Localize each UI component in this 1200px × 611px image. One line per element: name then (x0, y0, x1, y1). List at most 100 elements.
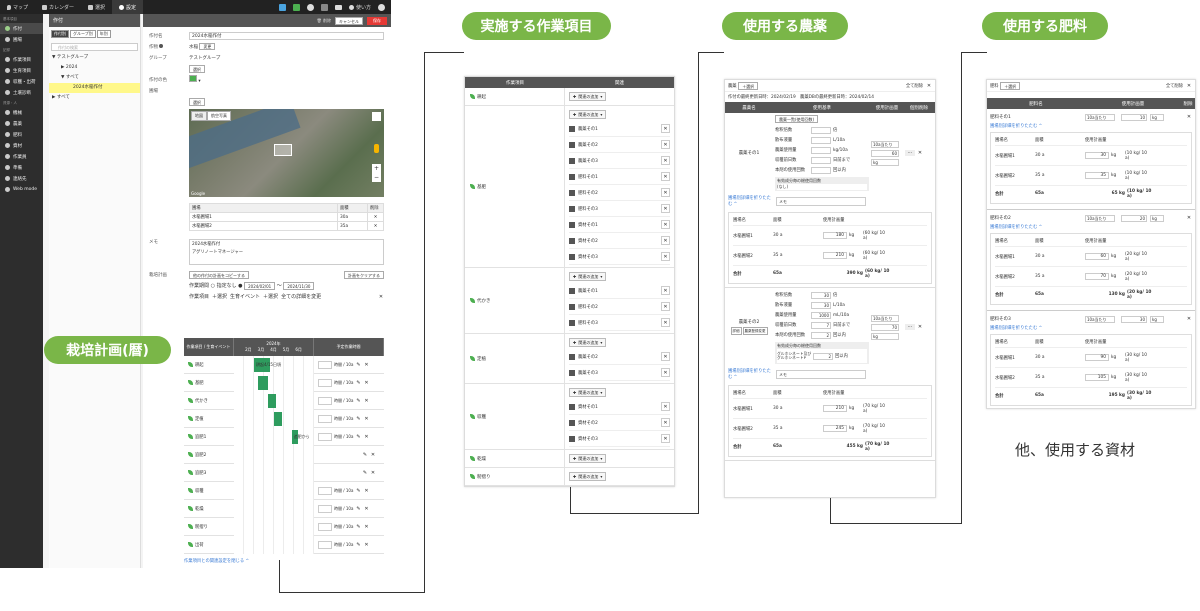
add-relation-button[interactable]: ✚ 関連の追加 ▾ (569, 388, 607, 397)
period-to-input[interactable]: 2024/11/30 (283, 281, 315, 290)
time-input[interactable] (318, 504, 332, 513)
plan-growth-select[interactable]: ＋選択 (263, 293, 278, 300)
remove-relation-icon[interactable]: ✕ (661, 418, 670, 427)
app-icon-green[interactable] (292, 3, 300, 11)
remove-icon[interactable]: ✕ (363, 398, 369, 404)
basis-field-input[interactable] (811, 146, 831, 154)
time-input[interactable] (318, 432, 332, 441)
plan-work-select[interactable]: ＋選択 (212, 293, 227, 300)
remove-relation-icon[interactable]: ✕ (661, 286, 670, 295)
remove-pesticide-icon[interactable]: ✕ (917, 324, 923, 330)
time-input[interactable] (318, 522, 332, 531)
nav-item-field[interactable]: 圃場 (0, 34, 43, 45)
map-tab-map[interactable]: 地図 (191, 111, 207, 121)
nav-calendar[interactable]: カレンダー (35, 0, 81, 14)
amount-input[interactable]: 180 (823, 232, 847, 239)
nav-item-machine[interactable]: 機械 (0, 107, 43, 118)
gantt-timeline[interactable] (234, 481, 314, 500)
map-zoom-control[interactable]: + − (372, 164, 381, 182)
ingredient-input[interactable]: 2 (813, 352, 833, 360)
plan-kg-select[interactable]: kg (1150, 315, 1164, 323)
close-plan-icon[interactable]: ✕ (378, 294, 384, 300)
plan-value-input[interactable]: 60 (871, 149, 899, 157)
amount-input[interactable]: 60 (1085, 253, 1109, 260)
add-relation-button[interactable]: ✚ 関連の追加 ▾ (569, 92, 607, 101)
remove-relation-icon[interactable]: ✕ (661, 318, 670, 327)
remove-icon[interactable]: ✕ (363, 524, 369, 530)
field-select-button[interactable]: 選択 (189, 97, 205, 106)
tree-selected-item[interactable]: 2024水稲作付 (49, 83, 140, 93)
app-icon-blue[interactable] (278, 3, 286, 11)
nav-item-material[interactable]: 資材 (0, 140, 43, 151)
gantt-timeline[interactable] (234, 391, 314, 410)
clear-plan-button[interactable]: 計画をクリアする (344, 270, 384, 279)
pesticide-basis-button[interactable]: 農薬一覧(使用回数) (775, 115, 819, 123)
nav-select[interactable]: 選択 (81, 0, 112, 14)
plan-kg-select[interactable]: kg (871, 158, 899, 166)
message-icon[interactable] (334, 4, 342, 10)
plan-unit-select[interactable]: 10a当たり (871, 140, 899, 148)
time-input[interactable] (318, 540, 332, 549)
period-none-radio[interactable]: 指定なし (217, 282, 237, 289)
memo-input[interactable]: メモ (776, 369, 866, 379)
edit-icon[interactable]: ✎ (355, 398, 361, 404)
remove-icon[interactable]: ✕ (363, 506, 369, 512)
remove-fertilizer-icon[interactable]: ✕ (1186, 114, 1192, 120)
fold-details-link[interactable]: 圃場別詳細を折りたたむ ^ (987, 325, 1195, 331)
color-picker[interactable]: ▾ (189, 75, 388, 84)
plan-kg-select[interactable]: kg (871, 332, 899, 340)
time-input[interactable] (318, 414, 332, 423)
gantt-timeline[interactable] (234, 517, 314, 536)
remove-relation-icon[interactable]: ✕ (661, 402, 670, 411)
remove-relation-icon[interactable]: ✕ (661, 140, 670, 149)
remove-icon[interactable]: ✕ (363, 434, 369, 440)
edit-icon[interactable]: ✎ (355, 362, 361, 368)
time-input[interactable] (318, 378, 332, 387)
memo-textarea[interactable]: 2024水稲作付 アグリノートマネージャー (189, 239, 384, 265)
gantt-timeline[interactable]: 追肥から (234, 427, 314, 446)
remove-relation-icon[interactable]: ✕ (661, 236, 670, 245)
gantt-timeline[interactable] (234, 373, 314, 392)
plan-value-input[interactable]: 10 (1121, 113, 1147, 121)
field-map[interactable]: 地図 航空写真 + − Google (189, 109, 384, 197)
crop-change-button[interactable]: 変更 (199, 43, 216, 50)
remove-relation-icon[interactable]: ✕ (661, 188, 670, 197)
edit-icon[interactable]: ✎ (355, 434, 361, 440)
nav-item-web[interactable]: Web mode (0, 184, 43, 195)
group-select-button[interactable]: 選択 (189, 64, 205, 73)
add-relation-button[interactable]: ✚ 関連の追加 ▾ (569, 110, 607, 119)
tree-year-item[interactable]: ▶ 2024 (49, 63, 140, 73)
cancel-button[interactable]: キャンセル (335, 16, 363, 25)
gantt-bar[interactable]: 追肥から (291, 429, 310, 444)
remove-relation-icon[interactable]: ✕ (661, 172, 670, 181)
plan-unit-select[interactable]: 10a当たり (1085, 113, 1115, 121)
remove-icon[interactable]: ✕ (363, 416, 369, 422)
fold-details-link[interactable]: 圃場別詳細を折りたたむ ^ (728, 368, 772, 380)
close-icon[interactable]: ✕ (1186, 83, 1192, 89)
amount-input[interactable]: 90 (1085, 354, 1109, 361)
edit-icon[interactable]: ✎ (355, 416, 361, 422)
time-input[interactable] (318, 486, 332, 495)
app-icon-gray[interactable] (320, 3, 328, 11)
remove-icon[interactable]: ✕ (363, 488, 369, 494)
basis-field-input[interactable]: 2 (811, 331, 831, 339)
basis-field-input[interactable]: 7 (811, 321, 831, 329)
record-icon[interactable] (306, 3, 314, 11)
fold-details-link[interactable]: 圃場別詳細を折りたたむ ^ (987, 224, 1195, 230)
close-icon[interactable]: ✕ (926, 83, 932, 89)
nav-item-crop[interactable]: 作付 (0, 23, 43, 34)
more-icon[interactable]: ⋯ (905, 150, 915, 156)
plan-value-input[interactable]: 70 (871, 323, 899, 331)
edit-icon[interactable]: ✎ (355, 524, 361, 530)
amount-input[interactable]: 245 (823, 425, 847, 432)
remove-icon[interactable]: ✕ (363, 380, 369, 386)
remove-relation-icon[interactable]: ✕ (661, 252, 670, 261)
nav-item-worker[interactable]: 作業員 (0, 151, 43, 162)
remove-icon[interactable]: ✕ (370, 452, 376, 458)
remove-icon[interactable]: ✕ (363, 542, 369, 548)
add-relation-button[interactable]: ✚ 関連の追加 ▾ (569, 454, 607, 463)
amount-input[interactable]: 35 (1085, 172, 1109, 179)
remove-relation-icon[interactable]: ✕ (661, 302, 670, 311)
save-button[interactable]: 保存 (367, 16, 387, 25)
basis-field-input[interactable] (811, 136, 831, 144)
